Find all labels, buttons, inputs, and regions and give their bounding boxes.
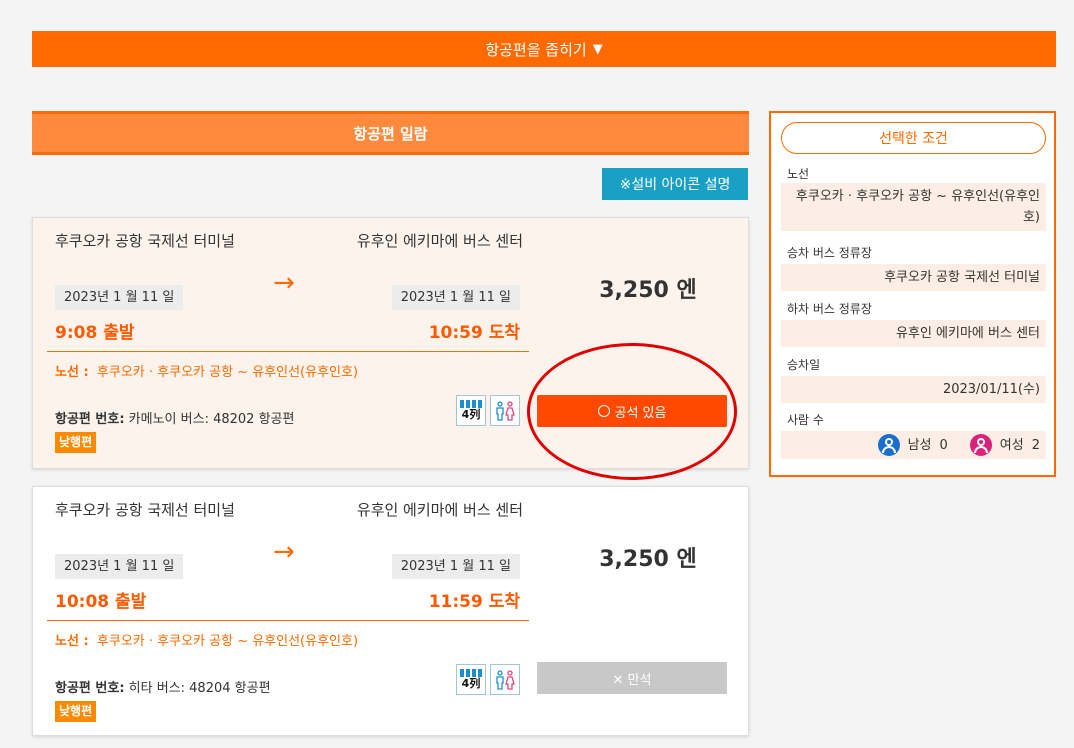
route-label: 노선 :	[55, 634, 89, 649]
divider	[47, 620, 529, 621]
route-info: 노선 : 후쿠오카 · 후쿠오카 공항 ~ 유후인선(유후인호)	[55, 631, 375, 652]
seats-icon-label: 4列	[461, 677, 481, 690]
arrow-right-icon: →	[273, 268, 295, 298]
route-value: 후쿠오카 · 후쿠오카 공항 ~ 유후인선(유후인호)	[96, 365, 359, 380]
route-label: 노선 :	[55, 365, 89, 380]
female-label: 여성	[999, 437, 1024, 453]
restroom-icon[interactable]	[490, 395, 520, 426]
flight-list-header: 항공편 일람	[32, 111, 749, 155]
male-person-icon	[877, 434, 900, 456]
female-count: 2	[1031, 437, 1040, 453]
daytime-badge: 낮행편	[55, 701, 97, 722]
flight-card: 후쿠오카 공항 국제선 터미널 유후인 에키마에 버스 센터 2023년 1 월…	[32, 217, 749, 469]
facility-icon-explanation-button[interactable]: ※설비 아이콘 설명	[602, 168, 748, 200]
female-person-icon	[969, 434, 992, 456]
circle-icon	[597, 405, 610, 417]
four-row-seats-icon[interactable]: 4列	[456, 664, 486, 695]
departure-date: 2023년 1 월 11 일	[55, 285, 184, 310]
selected-conditions-panel: 선택한 조건 노선 후쿠오카 · 후쿠오카 공항 ~ 유후인선(유후인호) 승차…	[769, 111, 1056, 477]
departure-stop: 후쿠오카 공항 국제선 터미널	[55, 232, 235, 250]
route-label: 노선	[787, 167, 810, 181]
daytime-badge: 낮행편	[55, 432, 97, 453]
seats-icon-label: 4列	[461, 408, 481, 421]
boarding-stop-label: 승차 버스 정류장	[787, 246, 872, 260]
flight-number-label: 항공편 번호:	[55, 412, 125, 427]
arrival-date: 2023년 1 월 11 일	[391, 554, 520, 579]
departure-time: 9:08 출발	[55, 323, 135, 343]
route-value: 후쿠오카 · 후쿠오카 공항 ~ 유후인선(유후인호)	[96, 634, 359, 649]
route-info: 노선 : 후쿠오카 · 후쿠오카 공항 ~ 유후인선(유후인호)	[55, 362, 375, 383]
people-count: 남성 0 여성 2	[781, 431, 1046, 459]
seat-grid-glyph	[460, 669, 482, 677]
arrival-date: 2023년 1 월 11 일	[391, 285, 520, 310]
boarding-date-value: 2023/01/11(수)	[781, 376, 1046, 403]
flight-number: 항공편 번호: 카메노이 버스: 48202 항공편	[55, 408, 294, 427]
alighting-stop-value: 유후인 에키마에 버스 센터	[781, 320, 1046, 347]
collapse-label: 항공편을 좁히기	[485, 40, 587, 59]
male-count: 0	[939, 437, 948, 453]
route-value: 후쿠오카 · 후쿠오카 공항 ~ 유후인선(유후인호)	[781, 183, 1046, 231]
boarding-date-label: 승차일	[787, 358, 821, 372]
four-row-seats-icon[interactable]: 4列	[456, 395, 486, 426]
selected-conditions-title: 선택한 조건	[781, 122, 1046, 154]
people-count-label: 사람 수	[787, 413, 824, 427]
boarding-stop-value: 후쿠오카 공항 국제선 터미널	[781, 264, 1046, 291]
fare-price: 3,250 엔	[599, 547, 697, 572]
arrival-time: 11:59 도착	[428, 592, 520, 612]
departure-stop: 후쿠오카 공항 국제선 터미널	[55, 501, 235, 519]
restroom-icon[interactable]	[490, 664, 520, 695]
seat-grid-glyph	[460, 400, 482, 408]
collapse-flights-toggle[interactable]: 항공편을 좁히기 ▼	[32, 31, 1056, 67]
male-label: 남성	[907, 437, 932, 453]
departure-date: 2023년 1 월 11 일	[55, 554, 184, 579]
flight-number: 항공편 번호: 히타 버스: 48204 항공편	[55, 677, 271, 696]
arrival-time: 10:59 도착	[428, 323, 520, 343]
triangle-down-icon: ▼	[592, 41, 603, 57]
arrow-right-icon: →	[273, 537, 295, 567]
sold-out-button[interactable]: ✕ 만석	[537, 662, 727, 694]
flight-number-value: 히타 버스: 48204 항공편	[128, 681, 271, 696]
alighting-stop-label: 하차 버스 정류장	[787, 302, 872, 316]
seats-available-label: 공석 있음	[614, 405, 667, 421]
arrival-stop: 유후인 에키마에 버스 센터	[356, 232, 523, 250]
flight-number-label: 항공편 번호:	[55, 681, 125, 696]
fare-price: 3,250 엔	[599, 278, 697, 303]
flight-card: 후쿠오카 공항 국제선 터미널 유후인 에키마에 버스 센터 2023년 1 월…	[32, 486, 749, 736]
arrival-stop: 유후인 에키마에 버스 센터	[356, 501, 523, 519]
seats-available-button[interactable]: 공석 있음	[537, 395, 727, 427]
divider	[47, 351, 529, 352]
flight-number-value: 카메노이 버스: 48202 항공편	[128, 412, 295, 427]
departure-time: 10:08 출발	[55, 592, 147, 612]
